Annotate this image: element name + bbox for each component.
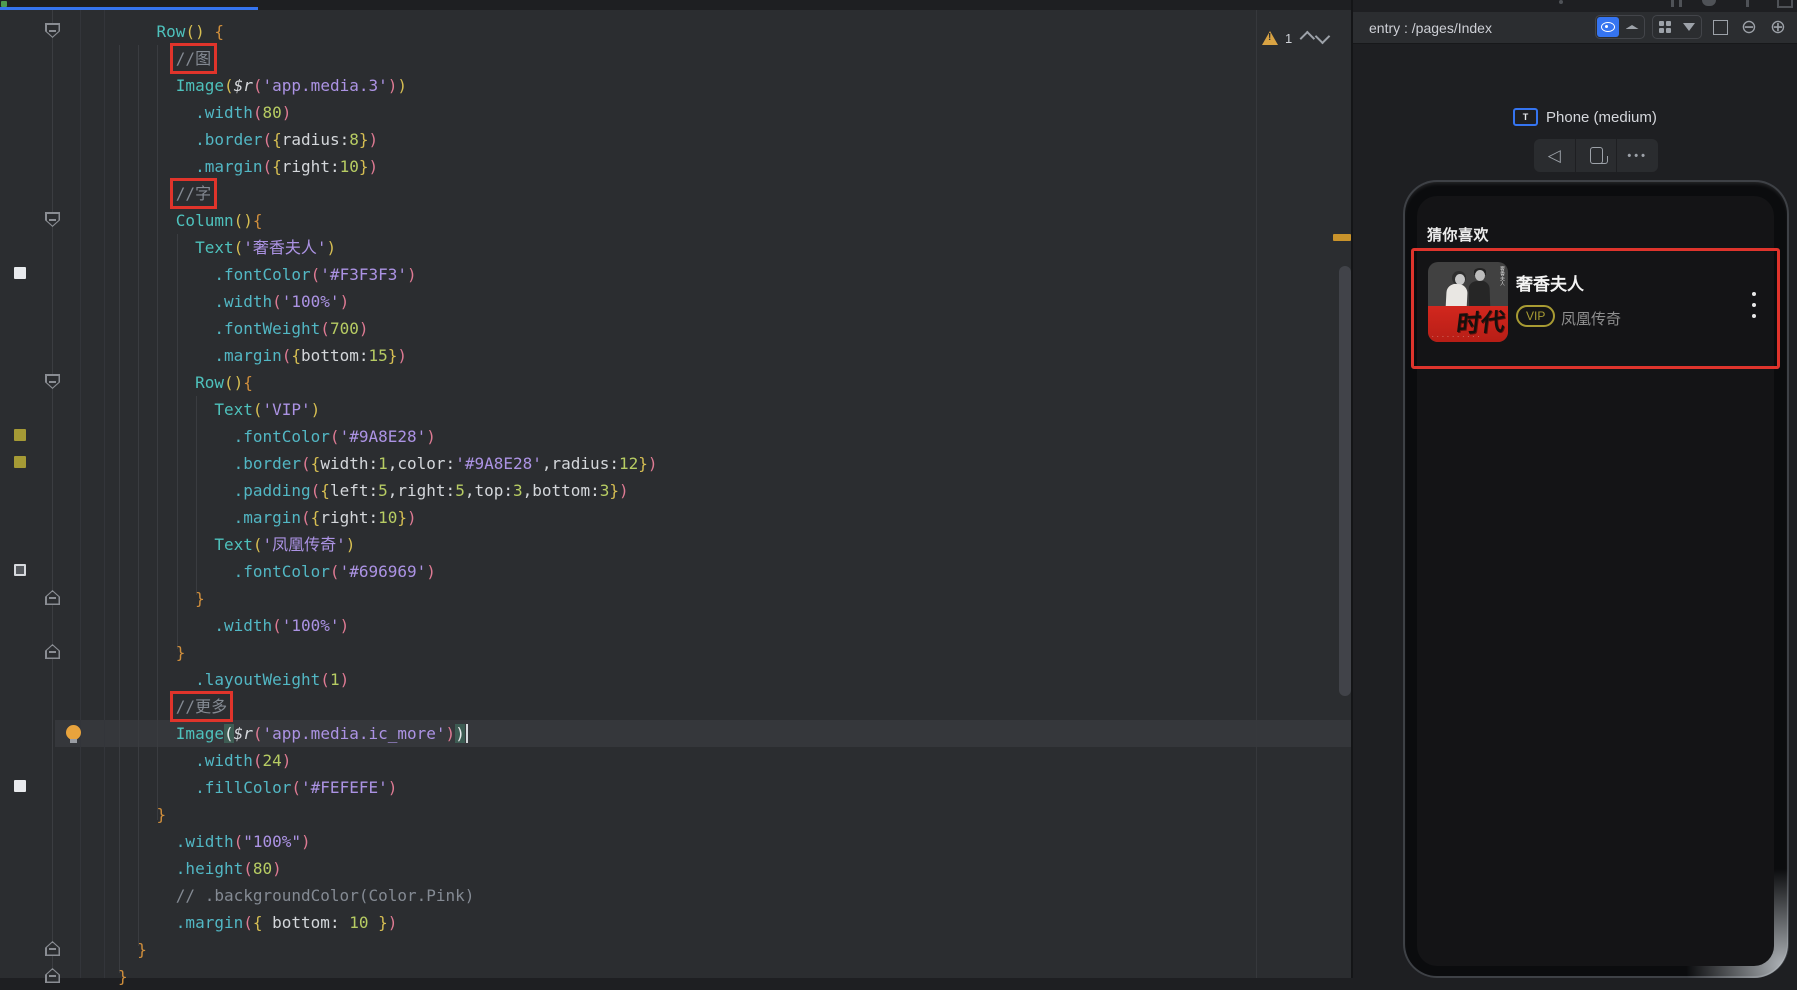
previewer-title: entry : /pages/Index <box>1369 20 1492 36</box>
orientation-button[interactable] <box>1575 139 1617 172</box>
code-line[interactable]: //更多 <box>118 693 227 720</box>
prev-problem-button[interactable] <box>1300 30 1316 46</box>
annotation-rectangle <box>1411 248 1780 369</box>
device-icon: T <box>1513 108 1538 126</box>
code-line[interactable]: } <box>118 936 147 963</box>
window-toolbar-strip <box>1353 0 1797 12</box>
code-line[interactable]: .fontColor('#696969') <box>118 558 436 585</box>
code-line[interactable]: Image($r('app.media.ic_more')) <box>118 720 468 747</box>
code-line[interactable]: .width('100%') <box>118 288 349 315</box>
fold-toggle-icon[interactable] <box>45 212 60 227</box>
window-toolbar-icon <box>1746 0 1749 7</box>
window-toolbar-icon <box>1559 0 1563 4</box>
code-line[interactable]: .fillColor('#FEFEFE') <box>118 774 397 801</box>
code-line[interactable]: .padding({left:5,right:5,top:3,bottom:3}… <box>118 477 629 504</box>
code-line[interactable]: .fontWeight(700) <box>118 315 368 342</box>
device-name: Phone (medium) <box>1546 109 1657 126</box>
gutter-divider <box>104 10 105 978</box>
code-line[interactable]: .width('100%') <box>118 612 349 639</box>
section-title: 猜你喜欢 <box>1427 224 1489 245</box>
inspections-widget[interactable]: 1 <box>1262 28 1328 48</box>
grid-icon[interactable] <box>1654 17 1676 37</box>
code-line[interactable]: .margin({right:10}) <box>118 504 417 531</box>
code-line[interactable]: //图 <box>118 45 211 72</box>
code-line[interactable]: Text('凤凰传奇') <box>118 531 355 558</box>
window-toolbar-icon <box>1702 0 1716 6</box>
code-line[interactable]: .height(80) <box>118 855 282 882</box>
zoom-in-icon[interactable]: ⊕ <box>1767 17 1789 37</box>
code-line[interactable]: } <box>118 585 205 612</box>
active-tab-indicator <box>0 7 258 10</box>
warning-icon <box>1262 31 1278 45</box>
gutter-change-marker <box>14 780 26 792</box>
annotated-comment: //图 <box>176 49 211 68</box>
code-line[interactable]: .fontColor('#F3F3F3') <box>118 261 417 288</box>
code-line[interactable]: .layoutWeight(1) <box>118 666 349 693</box>
annotated-comment: //字 <box>176 184 211 203</box>
code-line[interactable]: Text('奢香夫人') <box>118 234 336 261</box>
gutter-change-marker <box>14 267 26 279</box>
code-line[interactable]: .width("100%") <box>118 828 311 855</box>
editor-tab-bar[interactable] <box>0 0 1351 10</box>
fold-toggle-icon[interactable] <box>45 644 60 659</box>
dropdown-arrow-icon[interactable] <box>1678 17 1700 37</box>
code-line[interactable]: // .backgroundColor(Color.Pink) <box>118 882 474 909</box>
inspect-icon[interactable] <box>1597 17 1619 37</box>
code-line[interactable]: .width(80) <box>118 99 291 126</box>
code-line[interactable]: Row(){ <box>118 369 253 396</box>
window-toolbar-icon <box>1671 0 1674 7</box>
zoom-out-icon[interactable]: ⊖ <box>1738 17 1760 37</box>
window-toolbar-icon <box>1777 0 1793 8</box>
gutter-divider <box>52 10 53 978</box>
code-line[interactable]: Column(){ <box>118 207 263 234</box>
code-line[interactable]: } <box>118 963 128 990</box>
fold-toggle-icon[interactable] <box>45 941 60 956</box>
fold-toggle-icon[interactable] <box>45 968 60 983</box>
gutter-change-marker <box>14 564 26 576</box>
device-label-row: T Phone (medium) <box>1513 108 1657 126</box>
scrollbar-warning-stripe <box>1333 234 1351 241</box>
previewer-header: entry : /pages/Index ⊖ ⊕ <box>1353 12 1797 44</box>
code-line[interactable]: //字 <box>118 180 211 207</box>
frame-icon[interactable] <box>1709 17 1731 37</box>
code-line[interactable]: .border({width:1,color:'#9A8E28',radius:… <box>118 450 658 477</box>
code-line[interactable]: } <box>118 639 185 666</box>
code-line[interactable]: .margin({right:10}) <box>118 153 378 180</box>
text-caret <box>466 724 468 743</box>
editor-scrollbar[interactable] <box>1339 266 1351 696</box>
code-line[interactable]: .width(24) <box>118 747 291 774</box>
layout-switch-group <box>1652 15 1702 39</box>
code-line[interactable]: .fontColor('#9A8E28') <box>118 423 436 450</box>
gutter-change-marker <box>14 456 26 468</box>
rotate-left-button[interactable]: ◁ <box>1534 139 1575 172</box>
gutter-divider <box>80 10 81 978</box>
code-line[interactable]: .margin({ bottom: 10 }) <box>118 909 397 936</box>
code-line[interactable]: .margin({bottom:15}) <box>118 342 407 369</box>
more-options-button[interactable]: ••• <box>1616 139 1658 172</box>
fold-toggle-icon[interactable] <box>45 374 60 389</box>
next-problem-button[interactable] <box>1315 28 1331 44</box>
preview-mode-group <box>1595 15 1645 39</box>
intention-bulb-icon[interactable] <box>66 725 81 740</box>
fold-toggle-icon[interactable] <box>45 590 60 605</box>
code-line[interactable]: Image($r('app.media.3')) <box>118 72 407 99</box>
window-toolbar-icon <box>1679 0 1682 7</box>
right-margin-guide <box>1256 10 1257 978</box>
code-line[interactable]: .border({radius:8}) <box>118 126 378 153</box>
code-line[interactable]: Row() { <box>118 18 224 45</box>
fold-toggle-icon[interactable] <box>45 23 60 38</box>
code-line[interactable]: } <box>118 801 166 828</box>
device-toolbar: ◁ ••• <box>1534 139 1658 172</box>
code-line[interactable]: Text('VIP') <box>118 396 320 423</box>
warning-count: 1 <box>1285 31 1292 46</box>
annotated-comment: //更多 <box>176 697 227 716</box>
code-editor[interactable]: Row() { //图 Image($r('app.media.3')) .wi… <box>0 10 1351 978</box>
layers-icon[interactable] <box>1621 17 1643 37</box>
gutter-change-marker <box>14 429 26 441</box>
